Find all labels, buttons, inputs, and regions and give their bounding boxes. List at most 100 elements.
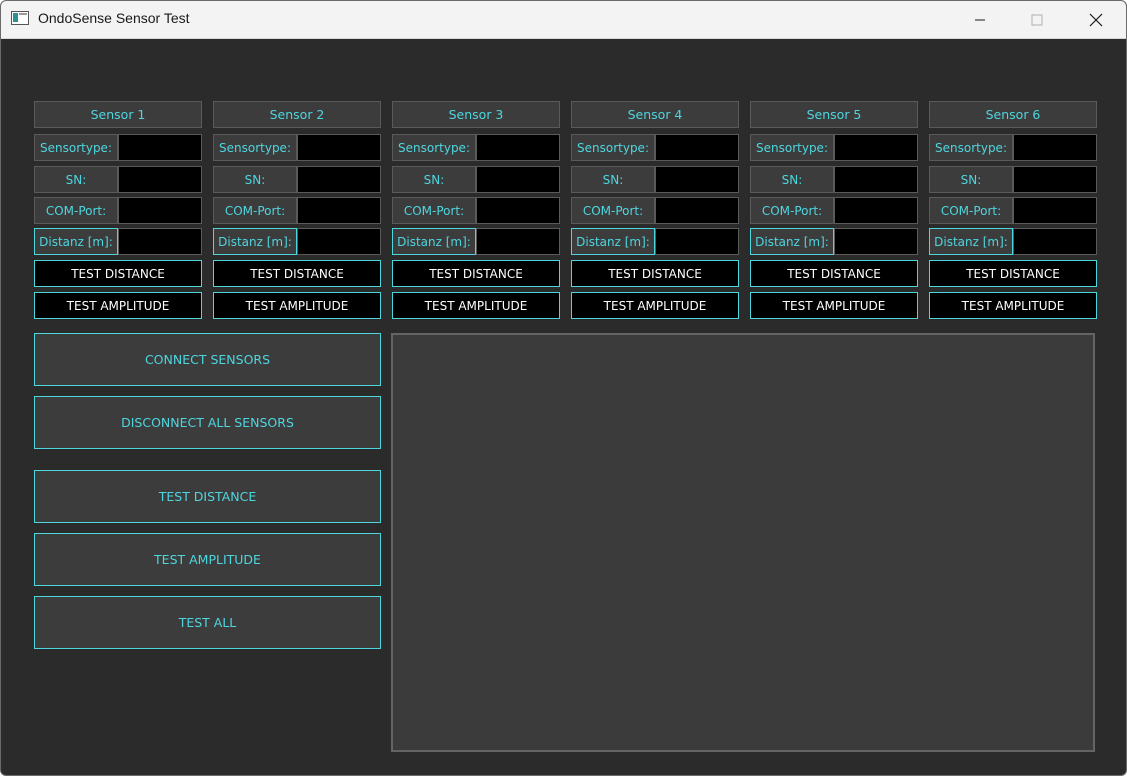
- sn-row: SN:: [750, 166, 918, 193]
- sn-row: SN:: [213, 166, 381, 193]
- sn-label: SN:: [750, 166, 834, 193]
- sn-label: SN:: [34, 166, 118, 193]
- title-bar[interactable]: OndoSense Sensor Test: [1, 1, 1126, 39]
- distance-row: Distanz [m]:: [929, 228, 1097, 255]
- test-all-button[interactable]: TEST ALL: [34, 596, 381, 649]
- sn-row: SN:: [929, 166, 1097, 193]
- sensor-header: Sensor 1: [34, 101, 202, 128]
- distance-label: Distanz [m]:: [571, 228, 655, 255]
- com-port-field[interactable]: [834, 197, 918, 224]
- sensortype-field[interactable]: [476, 134, 560, 161]
- maximize-button[interactable]: [1008, 1, 1066, 38]
- sensortype-field[interactable]: [655, 134, 739, 161]
- app-window: OndoSense Sensor Test Sensor 1 Sensortyp…: [0, 0, 1127, 776]
- com-port-field[interactable]: [655, 197, 739, 224]
- sn-label: SN:: [213, 166, 297, 193]
- distance-field[interactable]: [834, 228, 918, 255]
- com-port-field[interactable]: [297, 197, 381, 224]
- sn-row: SN:: [571, 166, 739, 193]
- sn-field[interactable]: [834, 166, 918, 193]
- distance-row: Distanz [m]:: [34, 228, 202, 255]
- sensortype-label: Sensortype:: [750, 134, 834, 161]
- test-amplitude-button[interactable]: TEST AMPLITUDE: [213, 292, 381, 319]
- com-port-label: COM-Port:: [34, 197, 118, 224]
- sensortype-label: Sensortype:: [392, 134, 476, 161]
- distance-label: Distanz [m]:: [392, 228, 476, 255]
- com-port-row: COM-Port:: [929, 197, 1097, 224]
- distance-field[interactable]: [476, 228, 560, 255]
- window-title: OndoSense Sensor Test: [38, 10, 190, 26]
- test-amplitude-button[interactable]: TEST AMPLITUDE: [34, 292, 202, 319]
- sensortype-field[interactable]: [1013, 134, 1097, 161]
- distance-row: Distanz [m]:: [750, 228, 918, 255]
- sn-row: SN:: [392, 166, 560, 193]
- test-distance-button[interactable]: TEST DISTANCE: [392, 260, 560, 287]
- sensortype-field[interactable]: [118, 134, 202, 161]
- distance-field[interactable]: [297, 228, 381, 255]
- disconnect-all-sensors-button[interactable]: DISCONNECT ALL SENSORS: [34, 396, 381, 449]
- maximize-icon: [1031, 14, 1043, 25]
- connect-sensors-button[interactable]: CONNECT SENSORS: [34, 333, 381, 386]
- com-port-row: COM-Port:: [392, 197, 560, 224]
- test-amplitude-button[interactable]: TEST AMPLITUDE: [571, 292, 739, 319]
- sn-field[interactable]: [297, 166, 381, 193]
- distance-label: Distanz [m]:: [750, 228, 834, 255]
- distance-field[interactable]: [1013, 228, 1097, 255]
- test-amplitude-button[interactable]: TEST AMPLITUDE: [392, 292, 560, 319]
- sensor-header: Sensor 4: [571, 101, 739, 128]
- sensor-header: Sensor 5: [750, 101, 918, 128]
- com-port-row: COM-Port:: [213, 197, 381, 224]
- distance-row: Distanz [m]:: [571, 228, 739, 255]
- sensortype-label: Sensortype:: [571, 134, 655, 161]
- test-distance-button[interactable]: TEST DISTANCE: [929, 260, 1097, 287]
- sensortype-label: Sensortype:: [34, 134, 118, 161]
- distance-field[interactable]: [118, 228, 202, 255]
- minimize-button[interactable]: [951, 1, 1009, 38]
- distance-row: Distanz [m]:: [213, 228, 381, 255]
- sn-field[interactable]: [655, 166, 739, 193]
- sn-field[interactable]: [476, 166, 560, 193]
- test-distance-button[interactable]: TEST DISTANCE: [34, 260, 202, 287]
- sensortype-row: Sensortype:: [34, 134, 202, 161]
- com-port-label: COM-Port:: [213, 197, 297, 224]
- com-port-row: COM-Port:: [34, 197, 202, 224]
- sn-label: SN:: [571, 166, 655, 193]
- sensortype-row: Sensortype:: [929, 134, 1097, 161]
- test-distance-button[interactable]: TEST DISTANCE: [750, 260, 918, 287]
- distance-row: Distanz [m]:: [392, 228, 560, 255]
- sensortype-field[interactable]: [834, 134, 918, 161]
- sensor-header: Sensor 3: [392, 101, 560, 128]
- test-distance-button[interactable]: TEST DISTANCE: [571, 260, 739, 287]
- com-port-field[interactable]: [118, 197, 202, 224]
- distance-label: Distanz [m]:: [213, 228, 297, 255]
- com-port-field[interactable]: [1013, 197, 1097, 224]
- sn-label: SN:: [392, 166, 476, 193]
- output-log-panel[interactable]: [391, 333, 1095, 752]
- sn-field[interactable]: [1013, 166, 1097, 193]
- test-amplitude-button[interactable]: TEST AMPLITUDE: [929, 292, 1097, 319]
- com-port-label: COM-Port:: [929, 197, 1013, 224]
- sensortype-label: Sensortype:: [213, 134, 297, 161]
- com-port-label: COM-Port:: [571, 197, 655, 224]
- test-amplitude-all-button[interactable]: TEST AMPLITUDE: [34, 533, 381, 586]
- com-port-row: COM-Port:: [750, 197, 918, 224]
- sensor-header: Sensor 2: [213, 101, 381, 128]
- com-port-label: COM-Port:: [750, 197, 834, 224]
- sensor-header: Sensor 6: [929, 101, 1097, 128]
- com-port-field[interactable]: [476, 197, 560, 224]
- test-distance-all-button[interactable]: TEST DISTANCE: [34, 470, 381, 523]
- distance-field[interactable]: [655, 228, 739, 255]
- sensortype-row: Sensortype:: [392, 134, 560, 161]
- close-button[interactable]: [1067, 1, 1125, 38]
- sensortype-field[interactable]: [297, 134, 381, 161]
- distance-label: Distanz [m]:: [929, 228, 1013, 255]
- test-distance-button[interactable]: TEST DISTANCE: [213, 260, 381, 287]
- sn-field[interactable]: [118, 166, 202, 193]
- test-amplitude-button[interactable]: TEST AMPLITUDE: [750, 292, 918, 319]
- distance-label: Distanz [m]:: [34, 228, 118, 255]
- sn-label: SN:: [929, 166, 1013, 193]
- app-window-icon: [11, 11, 29, 25]
- sensortype-label: Sensortype:: [929, 134, 1013, 161]
- sn-row: SN:: [34, 166, 202, 193]
- sensortype-row: Sensortype:: [571, 134, 739, 161]
